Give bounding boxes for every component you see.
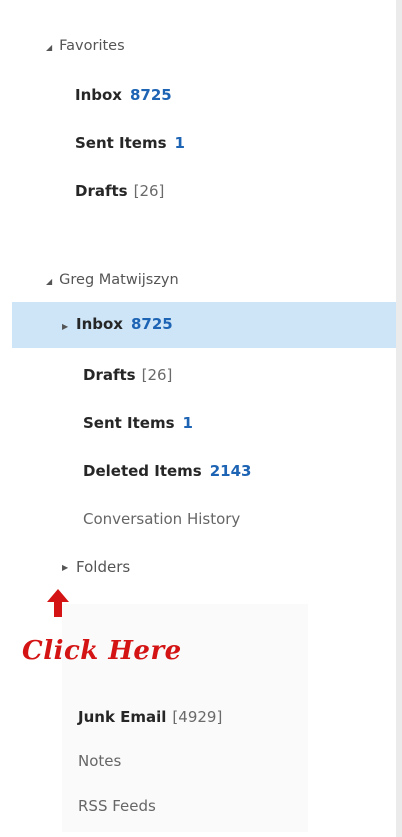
pane-divider[interactable] [396, 0, 402, 837]
account-header[interactable]: ◢ Greg Matwijszyn [46, 272, 179, 288]
folder-label: Inbox [75, 86, 122, 104]
favorites-item-inbox[interactable]: Inbox 8725 [75, 86, 172, 104]
account-item-deleted-items[interactable]: Deleted Items 2143 [83, 462, 251, 480]
triangle-right-icon[interactable]: ▶ [62, 563, 76, 572]
account-item-folders[interactable]: ▶ Folders [62, 558, 130, 576]
account-item-notes[interactable]: Notes [78, 752, 121, 770]
unread-count: 8725 [130, 315, 173, 333]
folder-label: Deleted Items [83, 462, 202, 480]
item-count: [4929] [172, 708, 223, 726]
item-count: [26] [133, 182, 165, 200]
triangle-down-icon[interactable]: ◢ [46, 277, 52, 286]
folder-label: Drafts [83, 366, 136, 384]
folder-label: Notes [78, 752, 122, 770]
account-item-sent-items[interactable]: Sent Items 1 [83, 414, 193, 432]
folder-pane: ◢ Favorites Inbox 8725 Sent Items 1 Draf… [0, 0, 402, 837]
account-item-junk-email[interactable]: Junk Email [4929] [78, 708, 222, 726]
account-item-inbox[interactable]: ▶ Inbox 8725 [62, 315, 173, 333]
red-arrow-up-icon [47, 589, 69, 617]
favorites-header[interactable]: ◢ Favorites [46, 38, 125, 54]
folder-label: Sent Items [75, 134, 167, 152]
folder-label: Drafts [75, 182, 128, 200]
unread-count: 1 [174, 134, 185, 152]
favorites-item-sent-items[interactable]: Sent Items 1 [75, 134, 185, 152]
unread-count: 1 [182, 414, 193, 432]
folder-label: Conversation History [83, 510, 241, 528]
unread-count: 8725 [129, 86, 172, 104]
account-item-rss-feeds[interactable]: RSS Feeds [78, 797, 156, 815]
folder-label: RSS Feeds [78, 797, 156, 815]
account-item-conversation-history[interactable]: Conversation History [83, 510, 240, 528]
folder-label: Junk Email [78, 708, 167, 726]
item-count: [26] [141, 366, 173, 384]
triangle-down-icon[interactable]: ◢ [46, 43, 52, 52]
folder-label: Folders [76, 558, 131, 576]
account-item-drafts[interactable]: Drafts [26] [83, 366, 172, 384]
account-header-label: Greg Matwijszyn [59, 272, 179, 288]
folder-label: Inbox [76, 315, 123, 333]
folder-label: Sent Items [83, 414, 175, 432]
triangle-right-icon[interactable]: ▶ [62, 322, 76, 331]
favorites-header-label: Favorites [59, 38, 125, 54]
favorites-item-drafts[interactable]: Drafts [26] [75, 182, 164, 200]
unread-count: 2143 [209, 462, 252, 480]
click-here-annotation: Click Here [22, 636, 182, 666]
